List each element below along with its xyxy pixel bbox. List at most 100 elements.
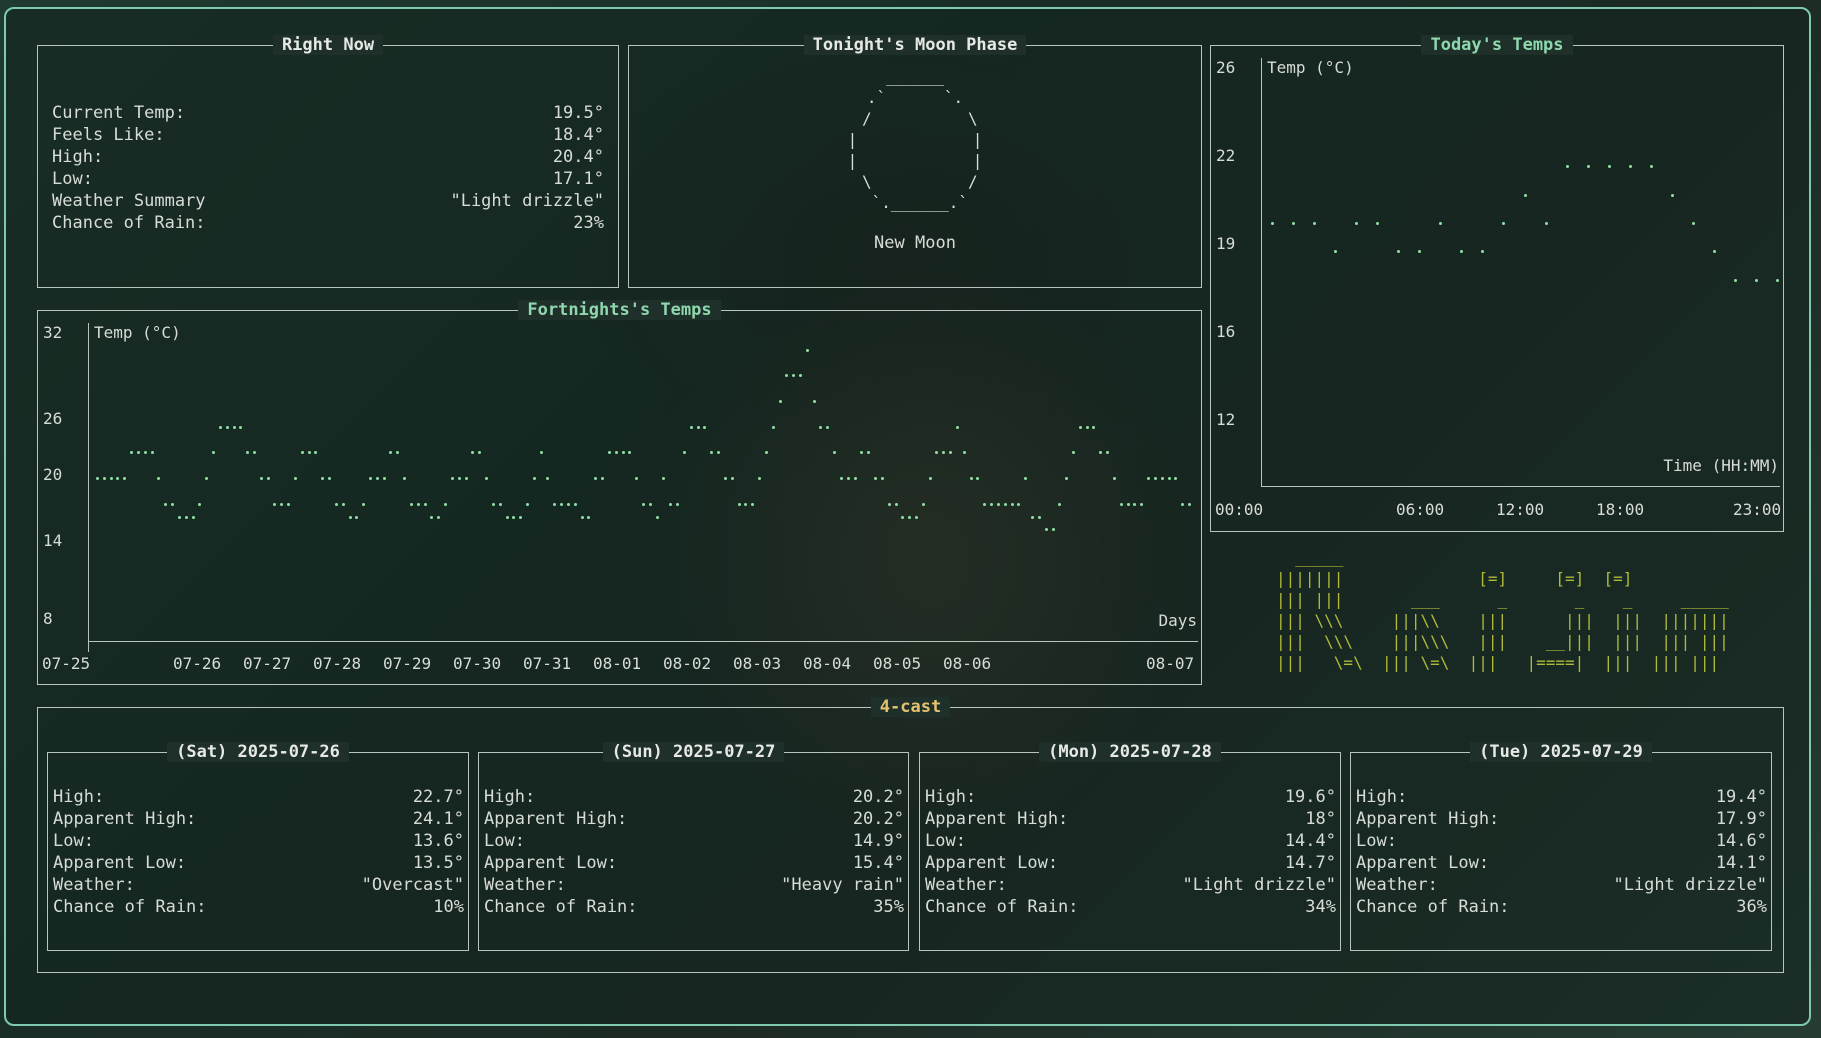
- forecast-label: Low:: [925, 831, 966, 851]
- forecast-value: 22.7°: [412, 787, 464, 807]
- forecast-value: 20.2°: [852, 809, 904, 829]
- today-x-tick: 00:00: [1215, 500, 1264, 519]
- today-temps-panel: Today's Temps Temp (°C) Time (HH:MM) 26 2…: [1210, 35, 1784, 532]
- forecast-row: Apparent Low: 14.1°: [1356, 852, 1767, 874]
- fortnight-temp-point: [560, 502, 564, 506]
- fortnight-temp-point: [280, 502, 284, 506]
- today-y-axis: [1261, 58, 1262, 487]
- right-now-row: High: 20.4°: [52, 146, 604, 168]
- fortnight-temp-point: [676, 502, 680, 506]
- right-now-row: Chance of Rain: 23%: [52, 212, 604, 234]
- today-temp-point: [1691, 222, 1695, 225]
- fortnight-temp-point: [478, 451, 482, 455]
- fortnight-temp-point: [874, 477, 878, 480]
- forecast-label: Low:: [1356, 831, 1397, 851]
- fortnight-temp-point: [314, 451, 318, 455]
- right-now-value: 23%: [573, 213, 604, 233]
- forecast-value: 13.6°: [412, 831, 464, 851]
- fortnight-temp-point: [621, 451, 625, 455]
- today-temp-point: [1754, 278, 1758, 282]
- forecast-value: 35%: [873, 897, 904, 917]
- fortnight-temp-point: [396, 451, 400, 455]
- today-temp-point: [1733, 278, 1737, 282]
- fortnight-temp-point: [1133, 502, 1137, 506]
- fortnight-temp-point: [321, 477, 325, 480]
- fortnight-temp-point: [519, 515, 523, 519]
- fortnight-temp-point: [150, 451, 154, 455]
- today-temp-point: [1776, 278, 1779, 282]
- fortnight-temp-point: [123, 477, 127, 480]
- fortnight-x-tick: 08-05: [873, 654, 922, 673]
- fortnight-temp-point: [171, 502, 175, 506]
- fortnight-x-tick: 08-01: [593, 654, 642, 673]
- fortnight-temp-point: [444, 502, 448, 506]
- fortnight-temp-point: [1003, 502, 1007, 506]
- fortnight-temp-point: [369, 477, 372, 480]
- fortnight-temp-point: [614, 451, 618, 455]
- fortnight-temp-point: [655, 515, 659, 519]
- today-y-tick: 26: [1216, 58, 1236, 77]
- fortnight-temp-point: [430, 515, 434, 519]
- fortnight-temp-point: [867, 451, 871, 455]
- forecast-value: 14.4°: [1284, 831, 1336, 851]
- right-now-value: 18.4°: [552, 125, 604, 145]
- forecast-day-title: (Sat) 2025-07-26: [48, 741, 468, 763]
- fortnight-temp-point: [1058, 502, 1062, 506]
- fortnight-x-tick: 08-03: [733, 654, 782, 673]
- forecast-value: 10%: [433, 897, 464, 917]
- today-temp-point: [1502, 222, 1506, 225]
- today-temp-point: [1544, 222, 1548, 225]
- right-now-label: Low:: [52, 169, 93, 189]
- forecast-row: Weather: "Heavy rain": [484, 874, 904, 896]
- fortnight-temp-point: [191, 515, 195, 519]
- right-now-row: Current Temp: 19.5°: [52, 102, 604, 124]
- forecast-day-title: (Sun) 2025-07-27: [479, 741, 908, 763]
- fortnight-temp-point: [607, 451, 611, 455]
- fortnight-x-tick: 07-27: [243, 654, 292, 673]
- forecast-label: Chance of Rain:: [53, 897, 207, 917]
- forecast-label: Weather:: [53, 875, 135, 895]
- fortnight-temp-point: [696, 425, 700, 429]
- fortnight-temp-point: [662, 477, 666, 480]
- forecast-value: 19.6°: [1284, 787, 1336, 807]
- fortnight-x-tick: 07-25: [42, 654, 91, 673]
- fortnight-x-tick: 07-26: [173, 654, 222, 673]
- fortnight-temp-point: [348, 515, 352, 519]
- forecast-label: Apparent Low:: [484, 853, 618, 873]
- today-temp-point: [1397, 250, 1401, 254]
- fortnight-x-tick: 07-28: [313, 654, 362, 673]
- fortnight-temp-point: [648, 502, 652, 506]
- forecast-value: 19.4°: [1715, 787, 1767, 807]
- fortnight-temp-point: [628, 451, 632, 455]
- today-y-tick: 22: [1216, 146, 1236, 165]
- fortnight-temp-point: [771, 425, 775, 429]
- forecast-row: High: 19.6°: [925, 786, 1336, 808]
- forecast-label: Apparent Low:: [925, 853, 1059, 873]
- fortnight-temp-point: [164, 502, 168, 506]
- today-temp-point: [1481, 250, 1485, 254]
- today-temp-point: [1292, 222, 1296, 225]
- fortnight-temp-point: [860, 451, 864, 455]
- fortnight-temp-point: [635, 477, 639, 480]
- today-temp-point: [1586, 165, 1590, 169]
- forecast-label: Apparent High:: [484, 809, 628, 829]
- fortnight-temp-point: [880, 477, 884, 480]
- fortnight-temp-point: [669, 502, 673, 506]
- fortnight-temp-point: [1147, 477, 1151, 480]
- fortnight-y-tick: 26: [43, 409, 63, 428]
- fortnight-temp-point: [177, 515, 181, 519]
- today-y-tick: 16: [1216, 322, 1236, 341]
- fortnight-temp-point: [1099, 451, 1103, 455]
- right-now-row: Feels Like: 18.4°: [52, 124, 604, 146]
- fortnight-temp-point: [758, 477, 762, 480]
- fortnight-temp-point: [457, 477, 461, 480]
- fortnight-temp-point: [942, 451, 946, 455]
- forecast-panel: 4-cast (Sat) 2025-07-26 High: 22.7° Apparen…: [37, 697, 1784, 973]
- fortnight-temp-point: [805, 348, 809, 352]
- fortnight-temp-point: [403, 477, 407, 480]
- fortnight-xlabel: Days: [1158, 611, 1197, 630]
- fortnight-temp-point: [409, 502, 413, 506]
- forecast-value: 17.9°: [1715, 809, 1767, 829]
- forecast-day-title: (Mon) 2025-07-28: [920, 741, 1340, 763]
- fortnight-temp-point: [116, 477, 120, 480]
